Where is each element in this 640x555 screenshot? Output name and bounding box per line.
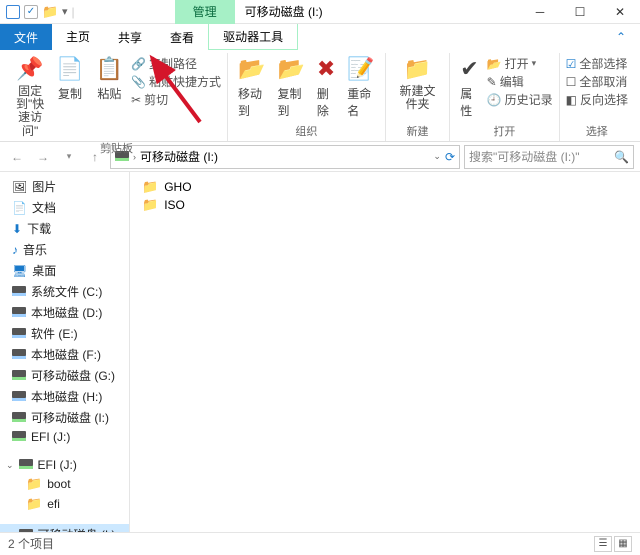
ribbon-group-open: ✔属性 📂打开▾ ✎编辑 🕘历史记录 打开	[450, 53, 559, 141]
copy-button[interactable]: 📄复制	[52, 53, 87, 104]
qat-icon[interactable]	[6, 5, 20, 19]
item-count: 2 个项目	[8, 535, 54, 552]
folder-icon	[142, 179, 158, 195]
minimize-button[interactable]: ─	[520, 0, 560, 24]
tree-drive-h[interactable]: 本地磁盘 (H:)	[0, 386, 129, 407]
title-bar: ✓ ▾ | 管理 可移动磁盘 (I:) ─ ☐ ✕	[0, 0, 640, 24]
open-button[interactable]: 📂打开▾	[487, 55, 553, 72]
tree-efi-efi[interactable]: efi	[0, 494, 129, 514]
delete-button[interactable]: ✖删除	[313, 53, 339, 121]
pin-quick-access-button[interactable]: 📌固定到"快速访问"	[12, 53, 48, 140]
tree-drive-j[interactable]: EFI (J:)	[0, 428, 129, 446]
address-bar[interactable]: › 可移动磁盘 (I:) ⌄ ⟳	[110, 145, 460, 169]
ribbon-collapse-icon[interactable]: ⌃	[602, 24, 640, 50]
tab-drive-tools[interactable]: 驱动器工具	[208, 24, 298, 50]
tree-drive-e[interactable]: 软件 (E:)	[0, 323, 129, 344]
tab-home[interactable]: 主页	[52, 24, 104, 50]
tree-efi-j[interactable]: ⌄EFI (J:)	[0, 456, 129, 474]
tree-drive-i[interactable]: 可移动磁盘 (I:)	[0, 407, 129, 428]
status-bar: 2 个项目 ☰ ▦	[0, 532, 640, 554]
tree-drive-d[interactable]: 本地磁盘 (D:)	[0, 302, 129, 323]
ribbon-group-organize: 📂移动到 📂复制到 ✖删除 📝重命名 组织	[228, 53, 386, 141]
file-item-iso[interactable]: ISO	[140, 196, 630, 214]
group-label-organize: 组织	[295, 123, 317, 141]
paste-shortcut-button[interactable]: 📎粘贴快捷方式	[131, 73, 221, 90]
group-label-new: 新建	[406, 123, 428, 141]
tree-efi-boot[interactable]: boot	[0, 474, 129, 494]
ribbon-group-clipboard: 📌固定到"快速访问" 📄复制 📋粘贴 🔗复制路径 📎粘贴快捷方式 ✂剪切 剪贴板	[6, 53, 228, 141]
properties-button[interactable]: ✔属性	[456, 53, 482, 121]
tree-drive-c[interactable]: 系统文件 (C:)	[0, 281, 129, 302]
search-placeholder: 搜索"可移动磁盘 (I:)"	[469, 148, 580, 165]
address-segment[interactable]: 可移动磁盘 (I:)	[140, 148, 218, 165]
address-bar-row: ← → ▾ ↑ › 可移动磁盘 (I:) ⌄ ⟳ 搜索"可移动磁盘 (I:)" …	[0, 142, 640, 172]
tree-music[interactable]: ♪音乐	[0, 239, 129, 260]
close-button[interactable]: ✕	[600, 0, 640, 24]
ribbon-tabs: 文件 主页 共享 查看 驱动器工具 ⌃	[0, 24, 640, 50]
folder-icon	[42, 4, 58, 20]
search-input[interactable]: 搜索"可移动磁盘 (I:)" 🔍	[464, 145, 634, 169]
folder-icon	[142, 197, 158, 213]
cut-button[interactable]: ✂剪切	[131, 91, 221, 108]
refresh-icon[interactable]: ⟳	[445, 150, 455, 164]
view-details-button[interactable]: ☰	[594, 536, 612, 552]
tab-file[interactable]: 文件	[0, 24, 52, 50]
window-title: 可移动磁盘 (I:)	[245, 3, 323, 20]
tree-pictures[interactable]: 🖼图片	[0, 176, 129, 197]
copy-path-button[interactable]: 🔗复制路径	[131, 55, 221, 72]
address-dropdown-icon[interactable]: ⌄	[433, 151, 441, 162]
forward-button[interactable]: →	[32, 146, 54, 168]
recent-button[interactable]: ▾	[58, 146, 80, 168]
nav-tree[interactable]: 🖼图片 📄文档 ⬇下载 ♪音乐 🖥桌面 系统文件 (C:) 本地磁盘 (D:) …	[0, 172, 130, 532]
tree-drive-g[interactable]: 可移动磁盘 (G:)	[0, 365, 129, 386]
tree-documents[interactable]: 📄文档	[0, 197, 129, 218]
group-label-select: 选择	[586, 123, 608, 141]
select-none-button[interactable]: ☐全部取消	[566, 73, 628, 90]
ribbon-group-new: 📁新建文件夹 新建项目 轻松访问 新建	[386, 53, 451, 141]
copy-to-button[interactable]: 📂复制到	[273, 53, 308, 121]
invert-selection-button[interactable]: ◧反向选择	[566, 91, 628, 108]
tab-view[interactable]: 查看	[156, 24, 208, 50]
ribbon-group-select: ☑全部选择 ☐全部取消 ◧反向选择 选择	[560, 53, 634, 141]
edit-button[interactable]: ✎编辑	[487, 73, 553, 90]
file-item-gho[interactable]: GHO	[140, 178, 630, 196]
tree-removable-i[interactable]: ⌄可移动磁盘 (I:)	[0, 524, 129, 532]
tree-downloads[interactable]: ⬇下载	[0, 218, 129, 239]
context-tab-manage[interactable]: 管理	[175, 0, 235, 24]
select-all-button[interactable]: ☑全部选择	[566, 55, 628, 72]
qat-check[interactable]: ✓	[24, 5, 38, 19]
back-button[interactable]: ←	[6, 146, 28, 168]
maximize-button[interactable]: ☐	[560, 0, 600, 24]
new-folder-button[interactable]: 📁新建文件夹	[392, 53, 444, 113]
file-list[interactable]: GHO ISO	[130, 172, 640, 532]
move-to-button[interactable]: 📂移动到	[234, 53, 269, 121]
paste-button[interactable]: 📋粘贴	[92, 53, 127, 104]
tree-drive-f[interactable]: 本地磁盘 (F:)	[0, 344, 129, 365]
group-label-open: 打开	[493, 123, 515, 141]
tab-share[interactable]: 共享	[104, 24, 156, 50]
ribbon: 📌固定到"快速访问" 📄复制 📋粘贴 🔗复制路径 📎粘贴快捷方式 ✂剪切 剪贴板…	[0, 50, 640, 142]
qat-dropdown-icon[interactable]: ▾	[62, 5, 68, 18]
tree-desktop[interactable]: 🖥桌面	[0, 260, 129, 281]
quick-access-toolbar: ✓ ▾ |	[0, 4, 75, 20]
group-label-clipboard: 剪贴板	[100, 140, 133, 158]
view-icons-button[interactable]: ▦	[614, 536, 632, 552]
history-button[interactable]: 🕘历史记录	[487, 91, 553, 108]
rename-button[interactable]: 📝重命名	[343, 53, 378, 121]
search-icon: 🔍	[614, 150, 629, 164]
content-area: 🖼图片 📄文档 ⬇下载 ♪音乐 🖥桌面 系统文件 (C:) 本地磁盘 (D:) …	[0, 172, 640, 532]
